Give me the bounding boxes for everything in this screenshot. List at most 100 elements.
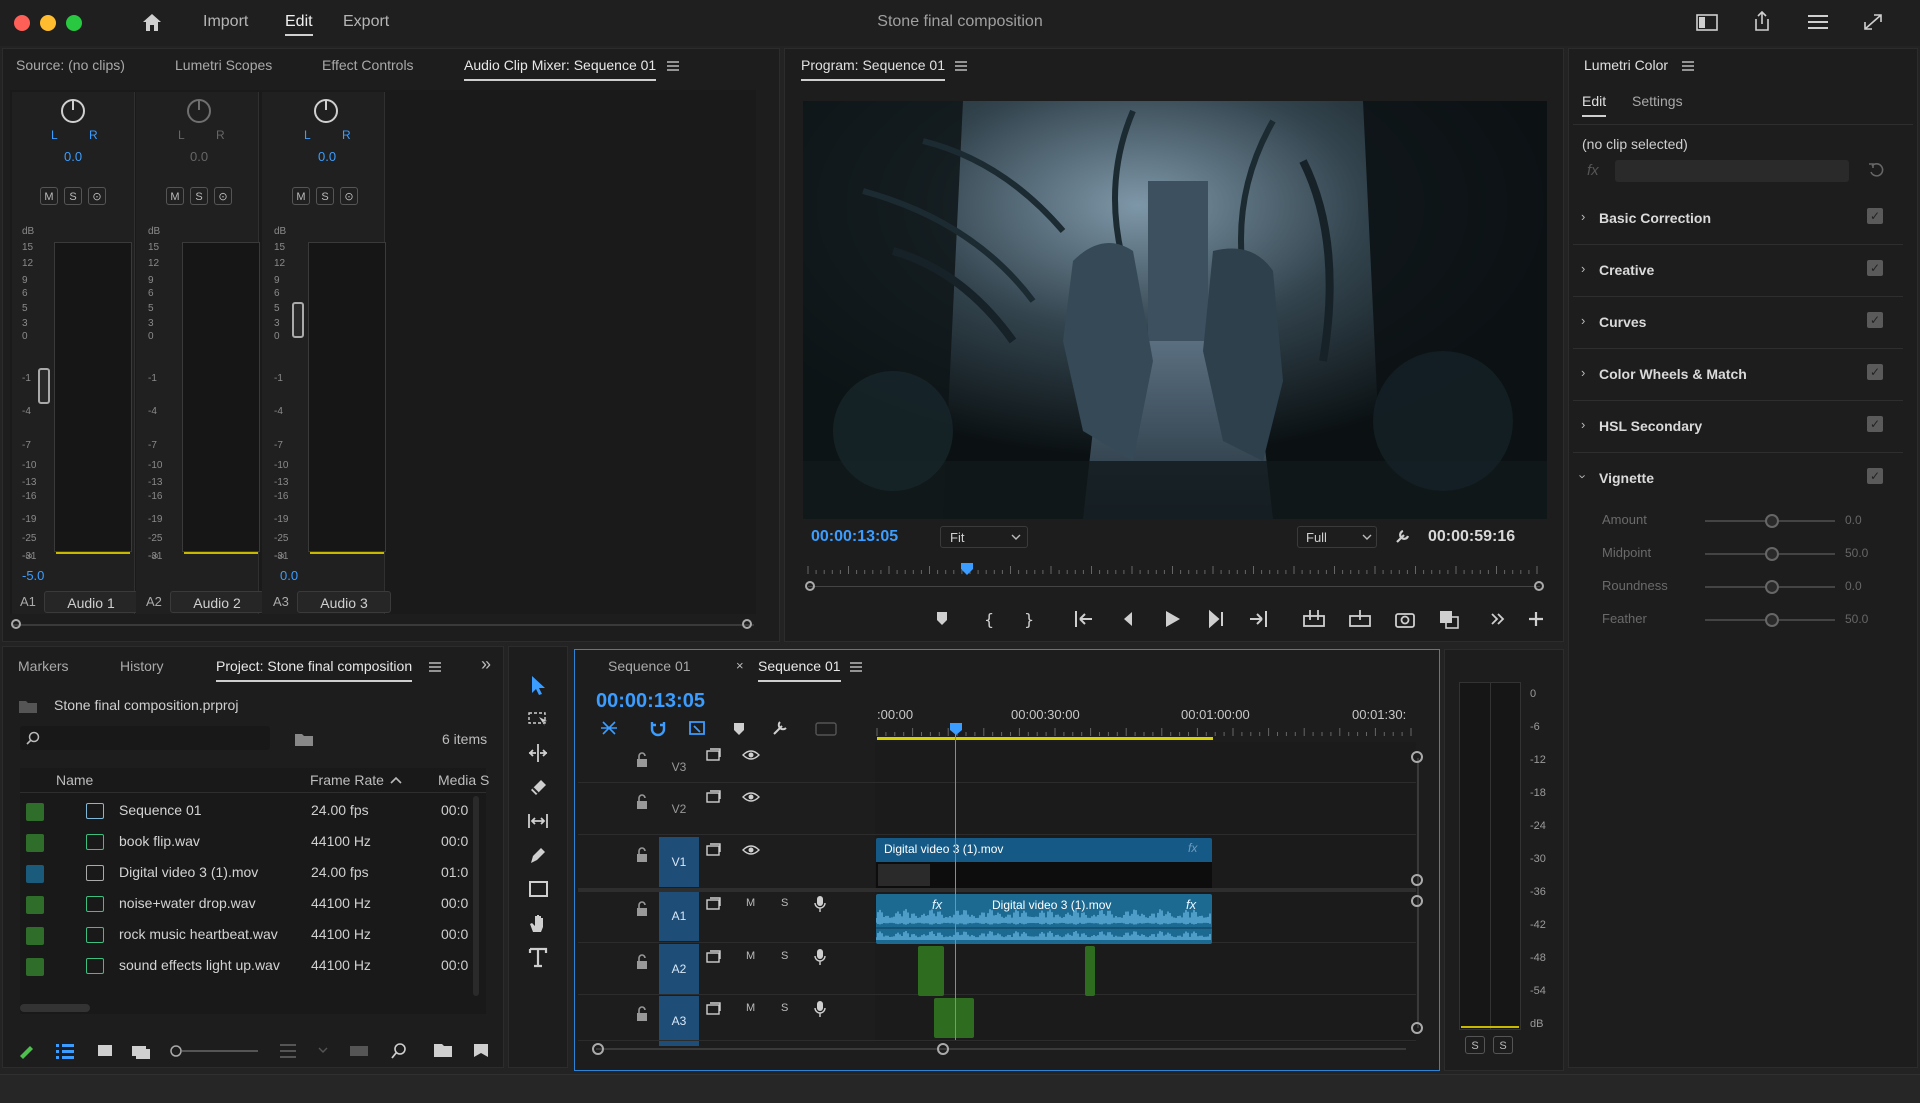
solo-left-button[interactable]: S bbox=[1465, 1036, 1485, 1054]
playhead-icon[interactable] bbox=[960, 562, 974, 576]
eye-icon[interactable] bbox=[742, 749, 760, 761]
section-curves[interactable]: › Curves ✓ bbox=[1573, 298, 1903, 349]
lock-icon[interactable] bbox=[635, 954, 649, 970]
track-target-a1[interactable]: A1 bbox=[659, 891, 699, 941]
more-panels-icon[interactable]: » bbox=[481, 654, 491, 675]
tab-lumetri-settings[interactable]: Settings bbox=[1632, 93, 1683, 109]
mixer-scrollbar[interactable] bbox=[12, 624, 754, 626]
panel-menu-icon[interactable] bbox=[666, 60, 680, 72]
search-input[interactable] bbox=[20, 726, 270, 750]
video-clip[interactable]: Digital video 3 (1).mov fx bbox=[876, 838, 1212, 888]
solo-track-button[interactable]: S bbox=[781, 1002, 788, 1014]
panel-menu-icon[interactable] bbox=[1681, 60, 1695, 72]
sync-lock-icon[interactable] bbox=[706, 950, 722, 964]
timeline-playhead-icon[interactable] bbox=[949, 722, 963, 736]
list-vertical-scrollbar[interactable] bbox=[473, 796, 479, 996]
timeline-timecode[interactable]: 00:00:13:05 bbox=[596, 690, 705, 713]
program-video-frame[interactable] bbox=[803, 101, 1547, 519]
vignette-amount-slider[interactable] bbox=[1705, 514, 1835, 528]
hand-tool-icon[interactable] bbox=[527, 912, 549, 934]
fullscreen-icon[interactable] bbox=[1862, 12, 1884, 32]
section-basic-correction[interactable]: › Basic Correction ✓ bbox=[1573, 194, 1903, 245]
vignette-midpoint-value[interactable]: 50.0 bbox=[1845, 546, 1868, 560]
list-item[interactable]: noise+water drop.wav 44100 Hz 00:0 bbox=[20, 889, 485, 919]
panel-menu-icon[interactable] bbox=[849, 661, 863, 673]
track-target-a2[interactable]: A2 bbox=[659, 944, 699, 994]
sync-lock-icon[interactable] bbox=[706, 1002, 722, 1016]
slip-tool-icon[interactable] bbox=[527, 810, 549, 832]
zoom-handle-right[interactable] bbox=[1534, 581, 1544, 591]
new-bin-icon[interactable] bbox=[294, 731, 314, 747]
record-button[interactable]: ⊙ bbox=[214, 187, 232, 205]
panel-menu-icon[interactable] bbox=[954, 60, 968, 72]
pan-value[interactable]: 0.0 bbox=[64, 149, 82, 164]
mute-track-button[interactable]: M bbox=[746, 1002, 755, 1014]
mute-button[interactable]: M bbox=[40, 187, 58, 205]
enable-checkbox[interactable]: ✓ bbox=[1867, 364, 1883, 380]
channel-name[interactable]: Audio 1 bbox=[44, 591, 138, 613]
tab-lumetri-scopes[interactable]: Lumetri Scopes bbox=[175, 57, 272, 73]
zoom-handle-left[interactable] bbox=[805, 581, 815, 591]
vignette-roundness-slider[interactable] bbox=[1705, 580, 1835, 594]
sync-lock-icon[interactable] bbox=[706, 897, 722, 911]
eye-icon[interactable] bbox=[742, 844, 760, 856]
record-button[interactable]: ⊙ bbox=[340, 187, 358, 205]
solo-track-button[interactable]: S bbox=[781, 897, 788, 909]
section-creative[interactable]: › Creative ✓ bbox=[1573, 246, 1903, 297]
column-frame-rate[interactable]: Frame Rate bbox=[310, 772, 384, 788]
program-title[interactable]: Program: Sequence 01 bbox=[801, 57, 945, 81]
list-item[interactable]: sound effects light up.wav 44100 Hz 00:0 bbox=[20, 951, 485, 981]
pan-knob-icon[interactable] bbox=[186, 98, 212, 124]
lumetri-title[interactable]: Lumetri Color bbox=[1584, 57, 1668, 73]
scroll-handle-left[interactable] bbox=[11, 619, 21, 629]
track-select-tool-icon[interactable] bbox=[527, 708, 549, 730]
column-media-start[interactable]: Media S bbox=[438, 772, 489, 788]
tab-lumetri-edit[interactable]: Edit bbox=[1582, 93, 1607, 117]
audio-clip-a3[interactable] bbox=[934, 998, 974, 1038]
timeline-horizontal-scrollbar[interactable] bbox=[596, 1048, 1406, 1050]
channel-db-value[interactable]: 0.0 bbox=[280, 568, 298, 583]
channel-name[interactable]: Audio 2 bbox=[170, 591, 264, 613]
program-timecode[interactable]: 00:00:13:05 bbox=[811, 528, 898, 546]
audio-clip[interactable]: Digital video 3 (1).mov fx fx bbox=[876, 894, 1212, 944]
enable-checkbox[interactable]: ✓ bbox=[1867, 260, 1883, 276]
ripple-edit-tool-icon[interactable] bbox=[527, 742, 549, 764]
vignette-feather-value[interactable]: 50.0 bbox=[1845, 612, 1868, 626]
section-color-wheels[interactable]: › Color Wheels & Match ✓ bbox=[1573, 350, 1903, 401]
timeline-vertical-scrollbar[interactable] bbox=[1417, 758, 1419, 1028]
channel-name[interactable]: Audio 3 bbox=[297, 591, 391, 613]
workspaces-icon[interactable] bbox=[1807, 12, 1829, 32]
selection-tool-icon[interactable] bbox=[527, 674, 549, 696]
share-icon[interactable] bbox=[1751, 10, 1773, 32]
mute-button[interactable]: M bbox=[292, 187, 310, 205]
pan-knob-icon[interactable] bbox=[313, 98, 339, 124]
tab-sequence-01-active[interactable]: Sequence 01 bbox=[758, 658, 841, 682]
label-color-swatch[interactable] bbox=[26, 834, 44, 852]
vignette-amount-value[interactable]: 0.0 bbox=[1845, 513, 1862, 527]
panel-menu-icon[interactable] bbox=[428, 661, 442, 673]
solo-track-button[interactable]: S bbox=[781, 950, 788, 962]
track-target-a3[interactable]: A3 bbox=[659, 996, 699, 1046]
v-scroll-handle[interactable] bbox=[1411, 1022, 1423, 1034]
mute-button[interactable]: M bbox=[166, 187, 184, 205]
h-scroll-handle-left[interactable] bbox=[592, 1043, 604, 1055]
enable-checkbox[interactable]: ✓ bbox=[1867, 208, 1883, 224]
sync-lock-icon[interactable] bbox=[706, 748, 722, 762]
mute-track-button[interactable]: M bbox=[746, 950, 755, 962]
audio-clip-a2[interactable] bbox=[918, 946, 944, 996]
reset-icon[interactable] bbox=[1868, 162, 1884, 178]
volume-fader[interactable] bbox=[292, 302, 304, 338]
mute-track-button[interactable]: M bbox=[746, 897, 755, 909]
lock-icon[interactable] bbox=[635, 1006, 649, 1022]
list-item[interactable]: Sequence 01 24.00 fps 00:0 bbox=[20, 796, 485, 826]
list-item[interactable]: Digital video 3 (1).mov 24.00 fps 01:0 bbox=[20, 858, 485, 888]
list-item[interactable]: rock music heartbeat.wav 44100 Hz 00:0 bbox=[20, 920, 485, 950]
tab-history[interactable]: History bbox=[120, 658, 164, 674]
channel-db-value[interactable]: -5.0 bbox=[22, 568, 44, 583]
microphone-icon[interactable] bbox=[814, 948, 826, 966]
label-color-swatch[interactable] bbox=[26, 958, 44, 976]
panel-layout-icon[interactable] bbox=[1696, 13, 1718, 33]
enable-checkbox[interactable]: ✓ bbox=[1867, 312, 1883, 328]
tab-audio-clip-mixer[interactable]: Audio Clip Mixer: Sequence 01 bbox=[464, 57, 657, 81]
label-color-swatch[interactable] bbox=[26, 927, 44, 945]
